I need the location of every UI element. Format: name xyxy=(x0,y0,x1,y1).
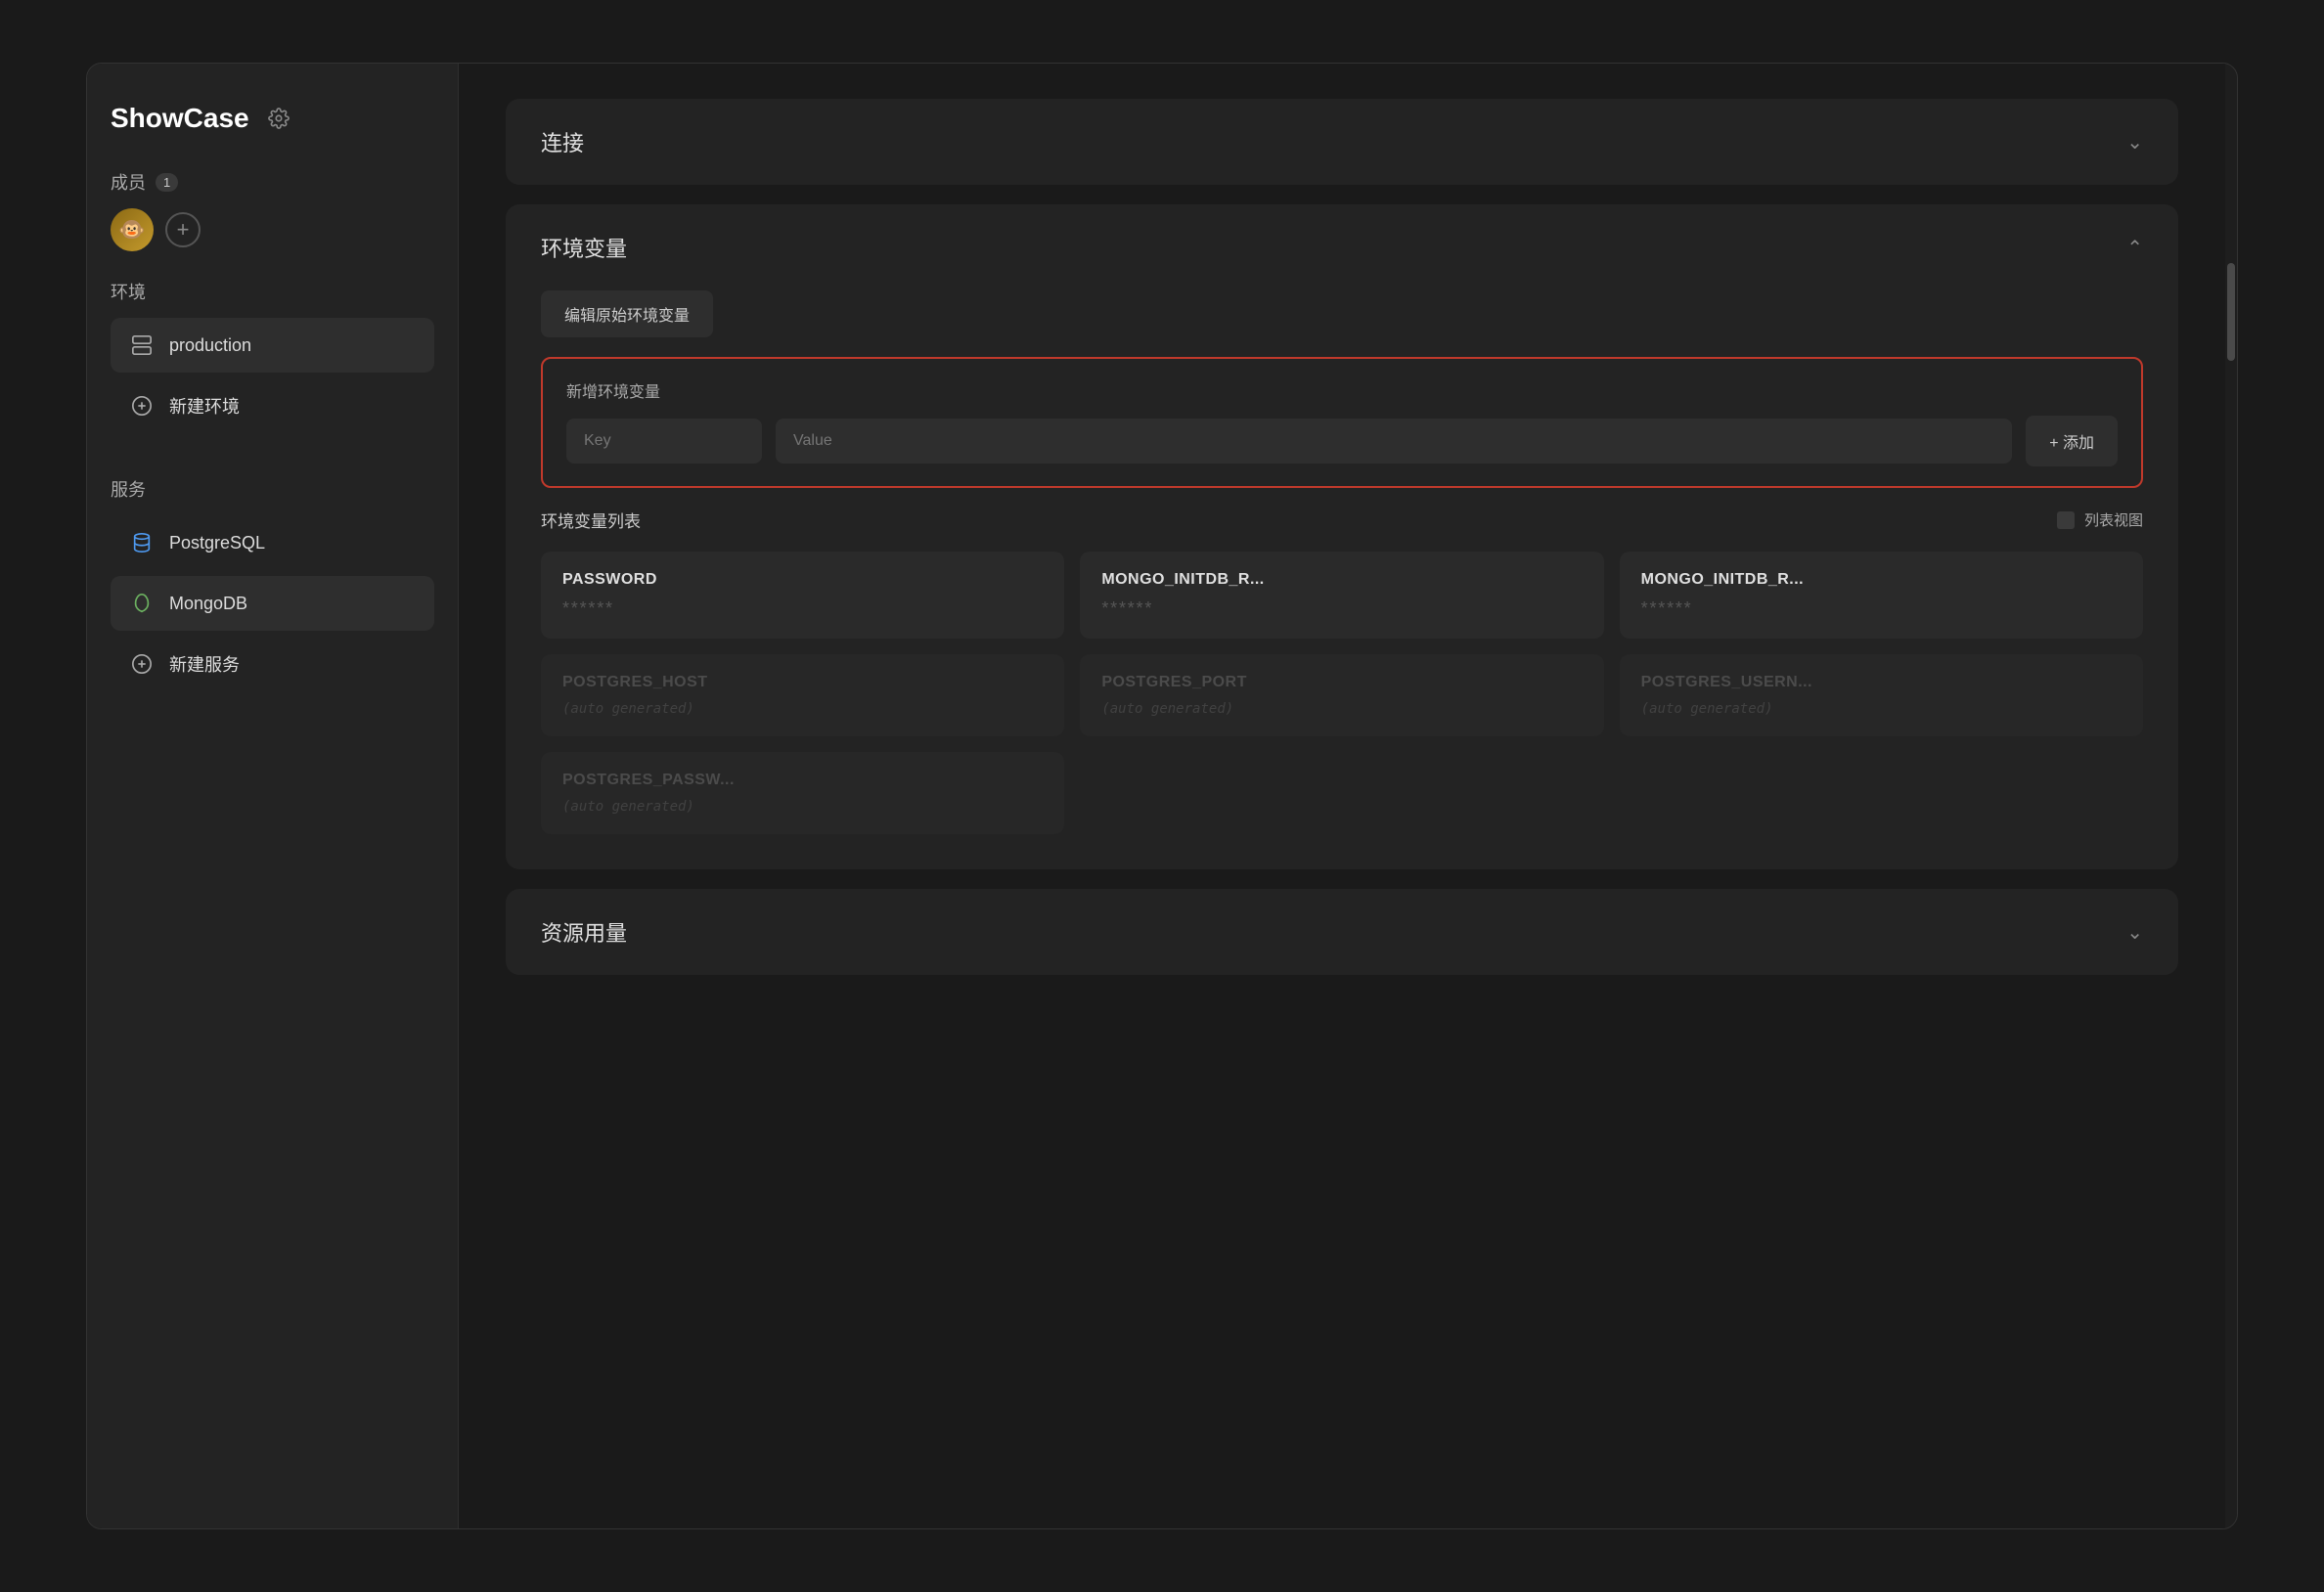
plus-circle-icon-2 xyxy=(128,650,156,678)
resource-section-header[interactable]: 资源用量 ⌄ xyxy=(506,889,2178,975)
new-service-label: 新建服务 xyxy=(169,651,240,677)
env-card-password[interactable]: PASSWORD ****** xyxy=(541,552,1064,639)
new-env-form: 新增环境变量 + 添加 xyxy=(541,357,2143,488)
connection-title: 连接 xyxy=(541,126,584,157)
main-content: 连接 ⌄ 环境变量 ⌃ 编辑原始环境变量 新增环境变量 + 添加 xyxy=(459,64,2225,1528)
env-title: 环境变量 xyxy=(541,232,627,263)
chevron-down-icon-2: ⌄ xyxy=(2126,920,2143,945)
environment-section: 环境 production xyxy=(111,279,434,439)
sidebar-header: ShowCase xyxy=(111,103,434,134)
env-item-label: production xyxy=(169,335,251,356)
connection-section: 连接 ⌄ xyxy=(506,99,2178,185)
services-section-label: 服务 xyxy=(111,476,434,502)
env-list-label: 环境变量列表 xyxy=(541,508,641,532)
env-card-auto: (auto generated) xyxy=(562,701,1043,717)
value-input[interactable] xyxy=(776,419,2012,464)
settings-icon[interactable] xyxy=(263,103,294,134)
env-section-label: 环境 xyxy=(111,279,434,304)
sidebar-item-new-service[interactable]: 新建服务 xyxy=(111,637,434,691)
scrollbar-thumb[interactable] xyxy=(2227,263,2235,361)
env-card-value: ****** xyxy=(562,598,1043,619)
avatar: 🐵 xyxy=(111,208,154,251)
plus-circle-icon xyxy=(128,392,156,420)
chevron-up-icon: ⌃ xyxy=(2126,236,2143,260)
env-card-key: POSTGRES_USERN... xyxy=(1641,674,2122,691)
env-content: 编辑原始环境变量 新增环境变量 + 添加 环境变量列表 列表视图 xyxy=(506,290,2178,869)
env-card-pg-port[interactable]: POSTGRES_PORT (auto generated) xyxy=(1080,654,1603,736)
env-card-mongo-1[interactable]: MONGO_INITDB_R... ****** xyxy=(1080,552,1603,639)
members-section-label: 成员 1 xyxy=(111,169,434,195)
new-env-label: 新建环境 xyxy=(169,393,240,419)
env-card-auto: (auto generated) xyxy=(1101,701,1582,717)
sidebar-item-production[interactable]: production xyxy=(111,318,434,373)
sidebar: ShowCase 成员 1 🐵 + 环境 xyxy=(87,64,459,1528)
new-env-inputs-row: + 添加 xyxy=(566,416,2118,466)
env-card-key: MONGO_INITDB_R... xyxy=(1641,571,2122,589)
services-section: 服务 PostgreSQL MongoDB xyxy=(111,476,434,697)
env-card-key: POSTGRES_HOST xyxy=(562,674,1043,691)
env-card-key: POSTGRES_PASSW... xyxy=(562,772,1043,789)
postgresql-label: PostgreSQL xyxy=(169,533,265,553)
postgresql-icon xyxy=(128,529,156,556)
list-view-checkbox[interactable] xyxy=(2057,511,2075,529)
env-card-pg-host[interactable]: POSTGRES_HOST (auto generated) xyxy=(541,654,1064,736)
new-env-form-title: 新增环境变量 xyxy=(566,378,2118,402)
resource-title: 资源用量 xyxy=(541,916,627,948)
env-card-value: ****** xyxy=(1101,598,1582,619)
add-member-button[interactable]: + xyxy=(165,212,201,247)
env-card-pg-user[interactable]: POSTGRES_USERN... (auto generated) xyxy=(1620,654,2143,736)
sidebar-item-new-env[interactable]: 新建环境 xyxy=(111,378,434,433)
env-variables-section: 环境变量 ⌃ 编辑原始环境变量 新增环境变量 + 添加 环境变量列 xyxy=(506,204,2178,869)
env-card-value: ****** xyxy=(1641,598,2122,619)
env-card-auto: (auto generated) xyxy=(1641,701,2122,717)
mongodb-label: MongoDB xyxy=(169,594,247,614)
sidebar-item-postgresql[interactable]: PostgreSQL xyxy=(111,515,434,570)
edit-raw-button[interactable]: 编辑原始环境变量 xyxy=(541,290,713,337)
resource-section: 资源用量 ⌄ xyxy=(506,889,2178,975)
scrollbar-track[interactable] xyxy=(2225,64,2237,1528)
sidebar-item-mongodb[interactable]: MongoDB xyxy=(111,576,434,631)
add-env-button[interactable]: + 添加 xyxy=(2026,416,2118,466)
connection-section-header[interactable]: 连接 ⌄ xyxy=(506,99,2178,185)
mongodb-icon xyxy=(128,590,156,617)
key-input[interactable] xyxy=(566,419,762,464)
env-section-header[interactable]: 环境变量 ⌃ xyxy=(506,204,2178,290)
env-card-grid: PASSWORD ****** MONGO_INITDB_R... ******… xyxy=(541,552,2143,834)
env-card-key: MONGO_INITDB_R... xyxy=(1101,571,1582,589)
server-icon xyxy=(128,332,156,359)
list-view-label: 列表视图 xyxy=(2084,509,2143,530)
env-card-auto: (auto generated) xyxy=(562,799,1043,815)
env-card-mongo-2[interactable]: MONGO_INITDB_R... ****** xyxy=(1620,552,2143,639)
env-card-pg-pass[interactable]: POSTGRES_PASSW... (auto generated) xyxy=(541,752,1064,834)
env-card-key: PASSWORD xyxy=(562,571,1043,589)
app-title: ShowCase xyxy=(111,103,249,134)
env-list-header: 环境变量列表 列表视图 xyxy=(541,508,2143,532)
env-card-key: POSTGRES_PORT xyxy=(1101,674,1582,691)
members-row: 🐵 + xyxy=(111,208,434,251)
chevron-down-icon: ⌄ xyxy=(2126,130,2143,155)
list-view-toggle[interactable]: 列表视图 xyxy=(2057,509,2143,530)
